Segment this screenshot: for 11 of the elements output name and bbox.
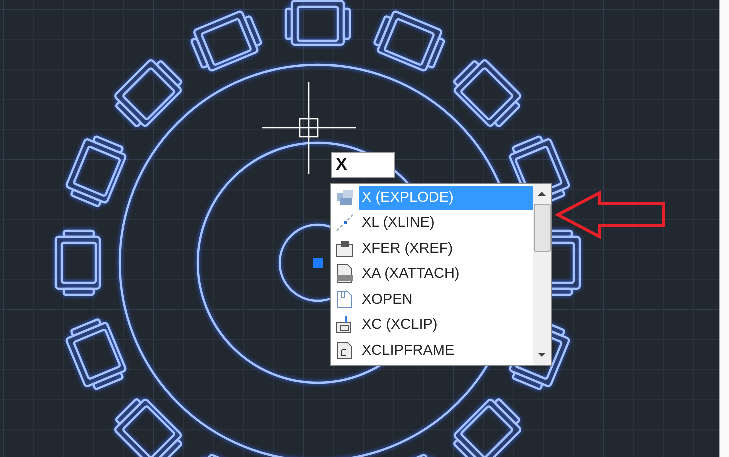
suggestion-item[interactable]: XCLIPFRAME — [359, 338, 533, 363]
suggestion-item[interactable]: XC (XCLIP) — [359, 313, 533, 338]
suggestion-item[interactable]: XOPEN — [359, 288, 533, 312]
suggestion-item[interactable]: XA (XATTACH) — [359, 262, 533, 286]
command-input-field[interactable]: X — [331, 152, 395, 178]
grip-point-icon[interactable] — [313, 258, 323, 268]
crosshair-cursor-icon — [262, 82, 356, 174]
suggestion-item[interactable]: XL (XLINE) — [359, 211, 533, 236]
scrollbar-thumb[interactable] — [534, 204, 550, 252]
suggestion-item[interactable]: XFER (XREF) — [359, 236, 533, 261]
command-icon — [334, 263, 356, 286]
